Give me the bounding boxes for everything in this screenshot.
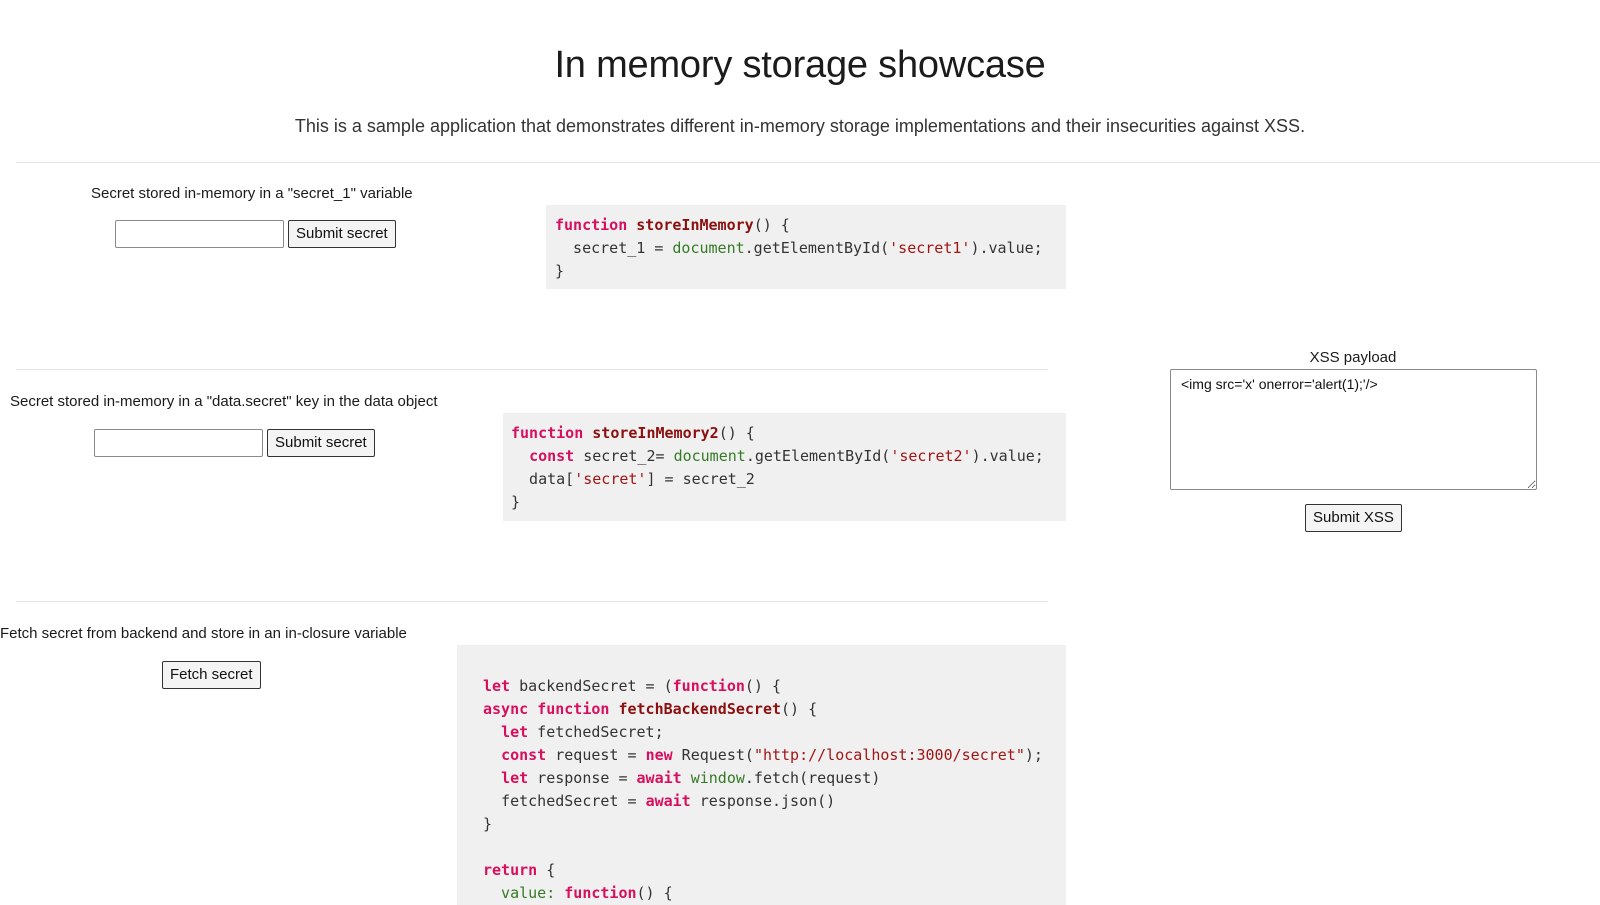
code-line: data['secret'] = secret_2 — [511, 468, 1066, 491]
code-token: function — [564, 884, 637, 902]
code-token: () { — [781, 700, 818, 718]
code-token: return — [483, 861, 538, 879]
code-token: .fetch(request) — [744, 769, 881, 787]
code-line: return { — [483, 859, 1066, 882]
secret1-input[interactable] — [115, 220, 284, 248]
section3-label: Fetch secret from backend and store in a… — [0, 625, 407, 642]
code-token: async — [483, 700, 529, 718]
code-token: fetchedSecret; — [528, 723, 664, 741]
code-line: fetchedSecret = await response.json() — [483, 790, 1066, 813]
header-divider — [16, 162, 1600, 163]
code-snippet-1: function storeInMemory() { secret_1 = do… — [546, 205, 1066, 289]
code-token: let — [483, 677, 511, 695]
code-token: "http://localhost:3000/secret" — [753, 746, 1025, 764]
code-token: response.json() — [690, 792, 836, 810]
code-token: } — [483, 815, 493, 833]
submit-secret1-button[interactable]: Submit secret — [288, 220, 396, 248]
code-token: document — [672, 239, 745, 257]
code-line: let response = await window.fetch(reques… — [483, 767, 1066, 790]
code-token: request = — [546, 746, 646, 764]
code-token: function — [511, 424, 584, 442]
code-line: value: function() { — [483, 882, 1066, 905]
code-token: new — [645, 746, 673, 764]
code-line: } — [555, 260, 1066, 283]
code-token: ).value; — [971, 447, 1044, 465]
code-token: () { — [744, 677, 782, 695]
code-token: value: — [483, 884, 565, 902]
code-token: function — [555, 216, 628, 234]
code-token: ).value; — [970, 239, 1043, 257]
code-token: secret_2= — [574, 447, 674, 465]
code-token: { — [537, 861, 556, 879]
code-token: document — [673, 447, 746, 465]
code-token: function — [672, 677, 745, 695]
code-token: await — [645, 792, 691, 810]
code-snippet-2: function storeInMemory2() { const secret… — [503, 413, 1066, 521]
code-token: .getElementById( — [745, 447, 891, 465]
code-snippet-3: let backendSecret = (function() {async f… — [457, 645, 1066, 905]
code-token: .getElementById( — [744, 239, 890, 257]
code-token: Request( — [672, 746, 754, 764]
code-token: } — [555, 262, 565, 280]
xss-payload-textarea[interactable]: <img src='x' onerror='alert(1);'/> — [1170, 369, 1537, 490]
code-token: data[ — [511, 470, 575, 488]
code-token: ); — [1024, 746, 1043, 764]
section-divider-1 — [16, 369, 1048, 370]
code-token: function — [537, 700, 610, 718]
submit-secret2-button[interactable]: Submit secret — [267, 429, 375, 457]
code-token: 'secret' — [574, 470, 647, 488]
code-token: backendSecret = ( — [510, 677, 673, 695]
code-token: 'secret2' — [890, 447, 972, 465]
code-token: fetchBackendSecret — [618, 700, 782, 718]
code-token: let — [501, 723, 529, 741]
code-token: const — [529, 447, 575, 465]
code-token: 'secret1' — [889, 239, 971, 257]
code-token: secret_1 = — [555, 239, 673, 257]
xss-payload-label: XSS payload — [1309, 349, 1397, 366]
code-line: secret_1 = document.getElementById('secr… — [555, 237, 1066, 260]
code-token: storeInMemory2 — [592, 424, 719, 442]
code-line: const secret_2= document.getElementById(… — [511, 445, 1066, 468]
code-line: let backendSecret = (function() { — [483, 675, 1066, 698]
code-token: response = — [528, 769, 637, 787]
code-token: let — [501, 769, 529, 787]
section-divider-2 — [16, 601, 1048, 602]
code-line: let fetchedSecret; — [483, 721, 1066, 744]
code-token: await — [636, 769, 682, 787]
code-line: async function fetchBackendSecret() { — [483, 698, 1066, 721]
page-subtitle: This is a sample application that demons… — [294, 116, 1306, 136]
code-token: () { — [718, 424, 755, 442]
code-line: function storeInMemory() { — [555, 214, 1066, 237]
code-line: const request = new Request("http://loca… — [483, 744, 1066, 767]
code-token: () { — [636, 884, 673, 902]
code-token: window — [690, 769, 745, 787]
code-token: ] = secret_2 — [646, 470, 755, 488]
submit-xss-button[interactable]: Submit XSS — [1305, 504, 1402, 532]
code-token: } — [511, 493, 521, 511]
code-line: } — [511, 491, 1066, 514]
secret2-input[interactable] — [94, 429, 263, 457]
code-token: fetchedSecret = — [483, 792, 646, 810]
code-token: () { — [753, 216, 790, 234]
code-line: function storeInMemory2() { — [511, 422, 1066, 445]
section2-label: Secret stored in-memory in a "data.secre… — [10, 393, 438, 410]
fetch-secret-button[interactable]: Fetch secret — [162, 661, 261, 689]
page-title: In memory storage showcase — [554, 44, 1046, 86]
code-line: } — [483, 813, 1066, 836]
code-token: const — [501, 746, 547, 764]
code-token: storeInMemory — [636, 216, 754, 234]
section1-label: Secret stored in-memory in a "secret_1" … — [91, 185, 413, 202]
